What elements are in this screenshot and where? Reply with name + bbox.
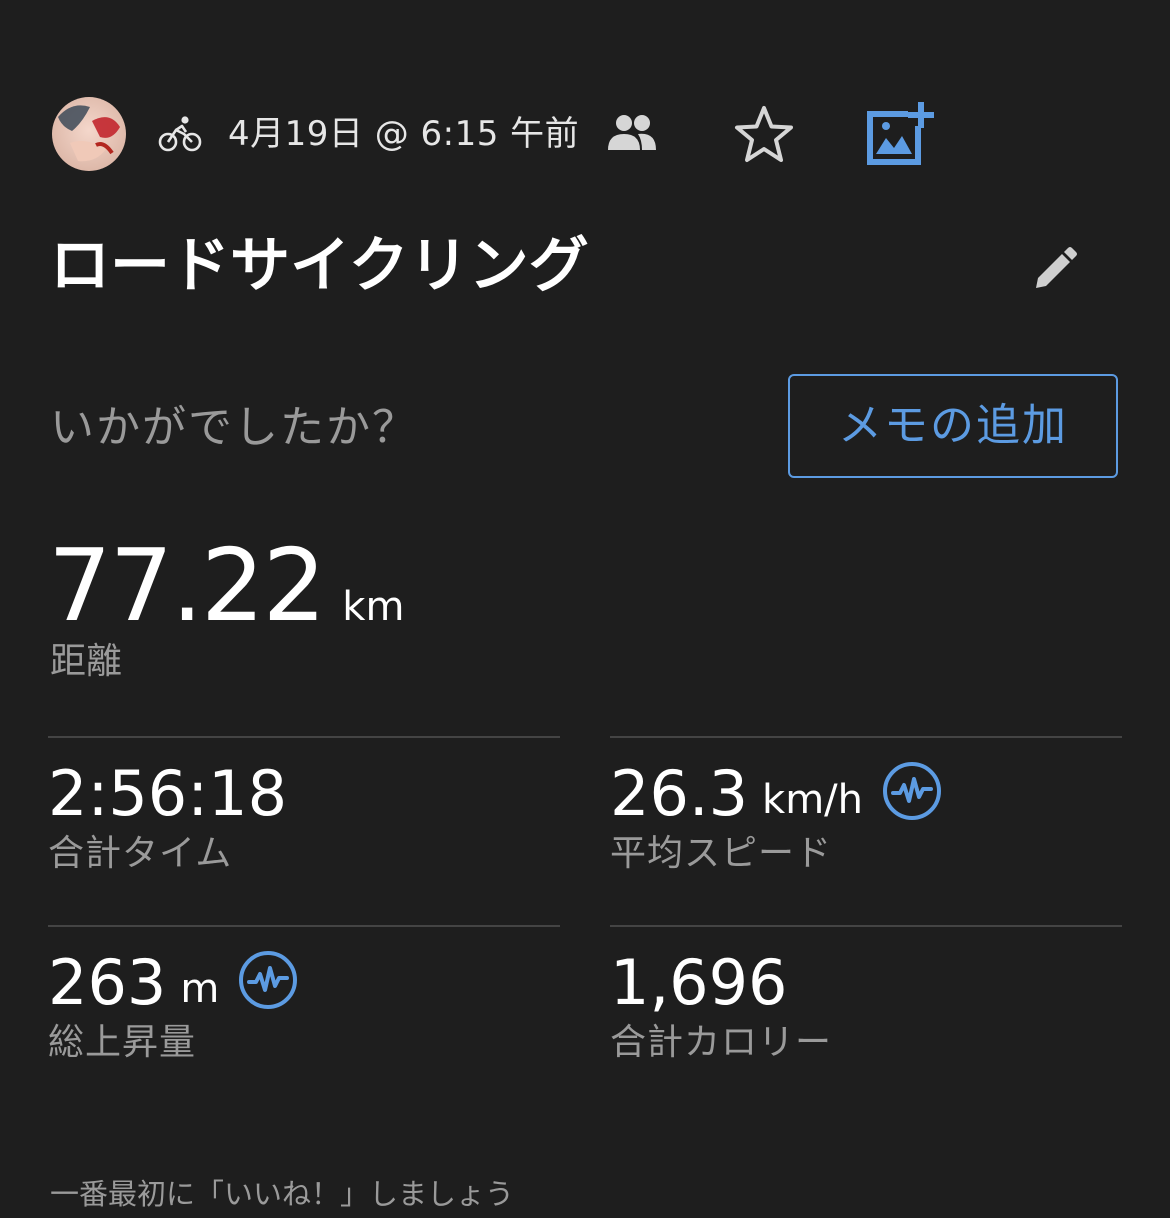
- distance-unit: km: [342, 584, 405, 630]
- activity-header: 4月19日 @ 6:15 午前: [52, 96, 1132, 172]
- distance-label: 距離: [50, 641, 123, 682]
- stat-value-row: 1,696: [610, 947, 788, 1019]
- stat-avg-speed: 26.3 km/h 平均スピード: [610, 736, 1122, 888]
- performance-graph-icon[interactable]: [881, 760, 943, 822]
- add-memo-button[interactable]: メモの追加: [788, 374, 1118, 478]
- total-calories-value: 1,696: [610, 946, 788, 1019]
- stat-value-row: 26.3 km/h: [610, 758, 943, 830]
- distance-display: 77.22 km: [48, 526, 404, 646]
- avg-speed-value: 26.3: [610, 757, 749, 830]
- stat-value-row: 263 m: [48, 947, 299, 1019]
- star-outline-icon[interactable]: [732, 104, 796, 164]
- stat-total-calories: 1,696 合計カロリー: [610, 925, 1122, 1077]
- add-photo-icon[interactable]: [864, 100, 934, 166]
- avg-speed-label: 平均スピード: [610, 833, 833, 874]
- stat-total-ascent: 263 m 総上昇量: [48, 925, 560, 1077]
- like-prompt[interactable]: 一番最初に「いいね！」しましょう: [50, 1174, 514, 1214]
- avg-speed-unit: km/h: [762, 777, 864, 823]
- total-time-value: 2:56:18: [48, 757, 288, 830]
- total-ascent-value: 263: [48, 946, 167, 1019]
- total-calories-label: 合計カロリー: [610, 1022, 833, 1063]
- activity-title: ロードサイクリング: [50, 231, 589, 301]
- avatar-image: [52, 97, 126, 171]
- people-icon[interactable]: [604, 112, 660, 156]
- pencil-icon[interactable]: [1030, 242, 1080, 292]
- activity-date-time: 4月19日 @ 6:15 午前: [228, 114, 580, 154]
- feedback-prompt: いかがでしたか？: [50, 402, 418, 453]
- total-time-label: 合計タイム: [48, 833, 233, 874]
- total-ascent-unit: m: [180, 966, 220, 1012]
- road-cycling-icon: [158, 116, 202, 152]
- stat-value-row: 2:56:18: [48, 758, 287, 830]
- user-avatar[interactable]: [52, 97, 126, 171]
- total-ascent-label: 総上昇量: [48, 1022, 197, 1063]
- distance-value: 77.22: [48, 527, 326, 644]
- stat-total-time: 2:56:18 合計タイム: [48, 736, 560, 888]
- performance-graph-icon[interactable]: [237, 949, 299, 1011]
